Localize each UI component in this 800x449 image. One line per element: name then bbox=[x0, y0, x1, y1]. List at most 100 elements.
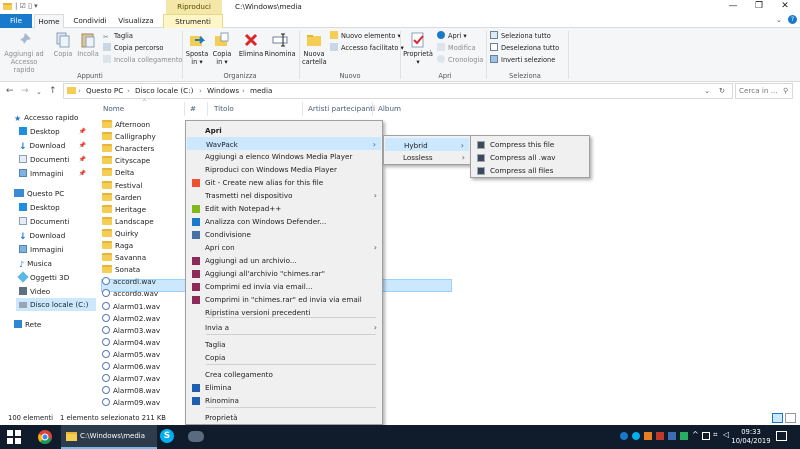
tab-file[interactable]: File bbox=[0, 14, 32, 28]
nav-3d-objects[interactable]: Oggetti 3D bbox=[17, 271, 69, 284]
list-item[interactable]: Heritage bbox=[102, 204, 182, 216]
context-menu-item[interactable]: Invia a › bbox=[187, 321, 381, 334]
up-icon[interactable]: ↑ bbox=[49, 86, 57, 96]
tab-music-tools[interactable]: Strumenti musica bbox=[163, 14, 223, 39]
context-menu-item[interactable]: Analizza con Windows Defender... bbox=[187, 215, 381, 228]
copy-to-button[interactable]: Copia in ▾ bbox=[210, 32, 234, 66]
list-item[interactable]: Landscape bbox=[102, 216, 182, 228]
select-all-button[interactable]: Seleziona tutto bbox=[490, 31, 551, 42]
column-album[interactable]: Album bbox=[378, 104, 401, 113]
nav-this-pc[interactable]: Questo PC bbox=[14, 187, 64, 200]
minimize-button[interactable]: — bbox=[720, 0, 746, 13]
nav-local-disk[interactable]: Disco locale (C:) bbox=[16, 298, 96, 311]
nav-music[interactable]: ♪ Musica bbox=[19, 257, 52, 270]
context-menu-item[interactable]: Rinomina bbox=[187, 394, 381, 407]
context-menu-item[interactable]: Copia bbox=[187, 351, 381, 364]
invert-selection-button[interactable]: Inverti selezione bbox=[490, 55, 555, 66]
help-icon[interactable]: ? bbox=[788, 15, 797, 24]
rename-button[interactable]: Rinomina bbox=[264, 32, 296, 58]
list-item[interactable]: Alarm07.wav bbox=[102, 373, 182, 385]
forward-icon[interactable]: → bbox=[21, 86, 29, 96]
copy-path-button[interactable]: Copia percorso bbox=[103, 43, 163, 54]
context-menu-item[interactable]: Apri con › bbox=[187, 241, 381, 254]
nav-video[interactable]: Video bbox=[19, 285, 50, 298]
tray-chevron-icon[interactable]: ^ bbox=[692, 430, 699, 439]
context-menu-item[interactable]: Crea collegamento bbox=[187, 368, 381, 381]
address-dropdown-icon[interactable]: ⌄ bbox=[704, 86, 710, 95]
context-menu-item[interactable]: Taglia bbox=[187, 338, 381, 351]
easy-access-button[interactable]: Accesso facilitato ▾ bbox=[330, 43, 404, 54]
tray-app-icon[interactable] bbox=[680, 432, 688, 440]
copy-button[interactable]: Copia bbox=[52, 32, 74, 58]
list-item[interactable]: Savanna bbox=[102, 252, 182, 264]
context-menu-item[interactable]: Proprietà bbox=[187, 411, 381, 424]
hybrid-menu-item[interactable]: Compress all .wav bbox=[472, 151, 588, 164]
skype-icon[interactable]: S bbox=[160, 429, 174, 443]
wavpack-menu-item[interactable]: Hybrid › bbox=[385, 138, 469, 151]
list-item[interactable]: Alarm04.wav bbox=[102, 337, 182, 349]
context-menu-item[interactable]: Condivisione bbox=[187, 228, 381, 241]
list-item[interactable]: Alarm06.wav bbox=[102, 361, 182, 373]
wavpack-menu-item[interactable]: Lossless › bbox=[385, 151, 469, 164]
recent-dropdown-icon[interactable]: ⌄ bbox=[36, 88, 42, 96]
context-menu-item[interactable]: Comprimi in "chimes.rar" ed invia via em… bbox=[187, 293, 381, 306]
tab-home[interactable]: Home bbox=[34, 14, 64, 28]
list-item[interactable]: Alarm01.wav bbox=[102, 301, 182, 313]
column-title[interactable]: Titolo bbox=[214, 104, 234, 113]
hybrid-menu-item[interactable]: Compress this file bbox=[472, 138, 588, 151]
details-view-icon[interactable] bbox=[772, 413, 783, 423]
breadcrumb-this-pc[interactable]: Questo PC bbox=[86, 86, 123, 95]
nav-desktop[interactable]: Desktop bbox=[19, 201, 60, 214]
list-item[interactable]: Alarm03.wav bbox=[102, 325, 182, 337]
pin-quick-access-button[interactable]: Aggiungi ad Accesso rapido bbox=[4, 32, 44, 74]
list-item[interactable]: Garden bbox=[102, 192, 182, 204]
tray-skype-icon[interactable] bbox=[632, 432, 640, 440]
maximize-button[interactable]: ❐ bbox=[746, 0, 772, 13]
tray-app-icon[interactable] bbox=[656, 432, 664, 440]
paste-shortcut-button[interactable]: Incolla collegamento bbox=[103, 55, 182, 66]
windows-start-icon[interactable] bbox=[6, 429, 22, 445]
volume-icon[interactable]: ◁ bbox=[723, 430, 729, 439]
context-menu-item[interactable]: Comprimi ed invia via email... bbox=[187, 280, 381, 293]
nav-download[interactable]: ↓ Download bbox=[19, 229, 65, 242]
column-number[interactable]: # bbox=[190, 104, 196, 113]
list-item[interactable]: Characters bbox=[102, 143, 182, 155]
battery-icon[interactable] bbox=[702, 432, 710, 440]
cut-button[interactable]: ✂ Taglia bbox=[103, 31, 133, 42]
tray-app-icon[interactable] bbox=[644, 432, 652, 440]
breadcrumb-windows[interactable]: Windows bbox=[207, 86, 239, 95]
list-item[interactable]: Festival bbox=[102, 180, 182, 192]
close-button[interactable]: ✕ bbox=[772, 0, 798, 13]
nav-desktop-pinned[interactable]: Desktop 📌 bbox=[19, 125, 92, 138]
list-item[interactable]: Delta bbox=[102, 167, 182, 179]
context-menu-item[interactable]: Git - Create new alias for this file bbox=[187, 176, 381, 189]
ribbon-expand-icon[interactable]: ⌄ bbox=[776, 16, 782, 24]
nav-documents-pinned[interactable]: Documenti 📌 bbox=[19, 153, 92, 166]
clock[interactable]: 09:33 10/04/2019 bbox=[731, 428, 771, 446]
nav-quick-access[interactable]: ★ Accesso rapido bbox=[14, 111, 78, 124]
history-button[interactable]: Cronologia bbox=[437, 55, 483, 66]
paste-button[interactable]: Incolla bbox=[76, 32, 100, 58]
nav-download-pinned[interactable]: ↓ Download 📌 bbox=[19, 139, 92, 152]
delete-button[interactable]: Elimina bbox=[238, 32, 264, 58]
tab-view[interactable]: Visualizza bbox=[114, 14, 158, 28]
network-tray-icon[interactable]: ⌗ bbox=[713, 430, 718, 440]
back-icon[interactable]: ← bbox=[6, 86, 14, 96]
new-item-button[interactable]: Nuovo elemento ▾ bbox=[330, 31, 401, 42]
context-menu-item[interactable]: Apri bbox=[187, 124, 381, 137]
context-menu-item[interactable]: Riproduci con Windows Media Player bbox=[187, 163, 381, 176]
context-menu-item[interactable]: WavPack › bbox=[187, 137, 381, 150]
select-none-button[interactable]: Deseleziona tutto bbox=[490, 43, 559, 54]
nav-documents[interactable]: Documenti bbox=[19, 215, 69, 228]
context-menu-item[interactable]: Aggiungi a elenco Windows Media Player bbox=[187, 150, 381, 163]
edit-button[interactable]: Modifica bbox=[437, 43, 476, 54]
list-item[interactable]: Alarm02.wav bbox=[102, 313, 182, 325]
list-item[interactable]: Alarm08.wav bbox=[102, 385, 182, 397]
tiles-view-icon[interactable] bbox=[785, 413, 796, 423]
column-artists[interactable]: Artisti partecipanti bbox=[308, 104, 375, 113]
move-to-button[interactable]: Sposta in ▾ bbox=[185, 32, 209, 66]
nav-pictures-pinned[interactable]: Immagini 📌 bbox=[19, 167, 92, 180]
properties-button[interactable]: Proprietà ▾ bbox=[403, 32, 433, 66]
list-item[interactable]: accordi.wav bbox=[102, 276, 182, 288]
open-button[interactable]: Apri ▾ bbox=[437, 31, 467, 42]
